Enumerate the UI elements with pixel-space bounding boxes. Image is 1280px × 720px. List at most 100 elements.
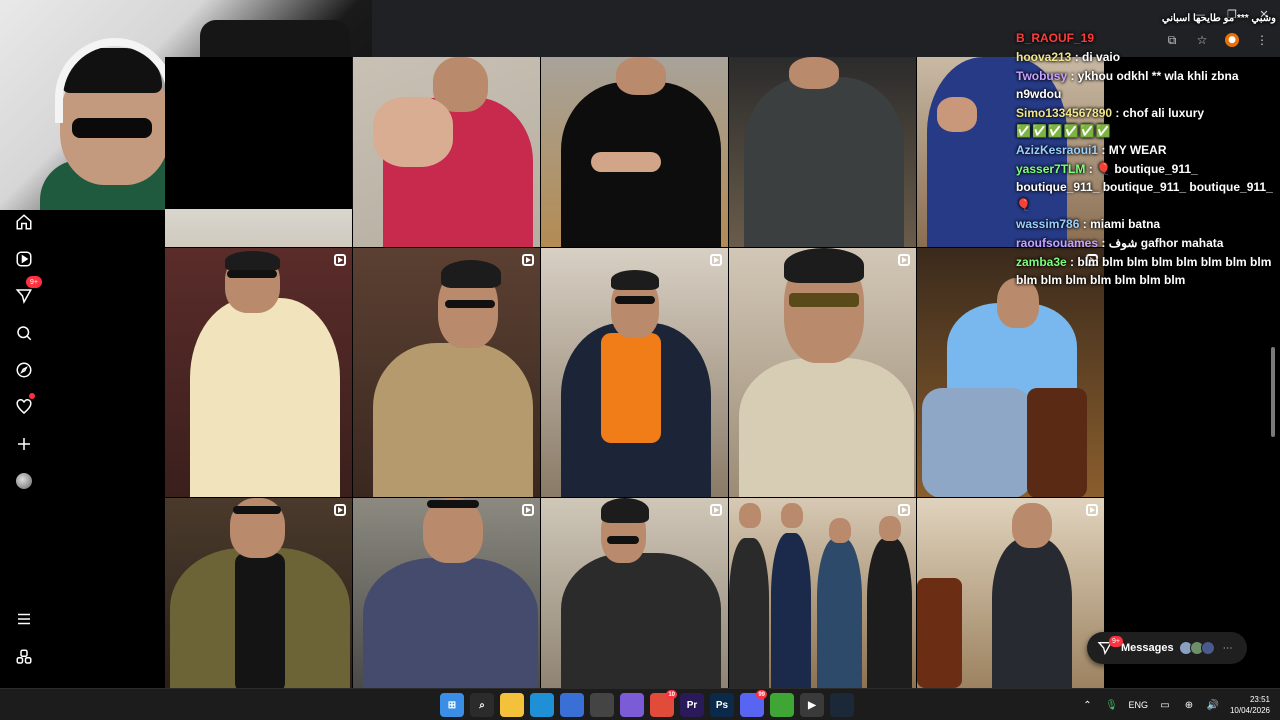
more-menu-icon[interactable] [12,607,36,631]
profile-avatar[interactable] [12,469,36,493]
chevron-up-icon[interactable]: ⌃ [1080,698,1094,712]
post-tile[interactable] [353,248,540,497]
post-tile[interactable] [729,57,916,247]
chat-username: AzizKesraoui1 [1016,143,1099,157]
notification-dot [29,393,35,399]
network-icon[interactable]: ⊕ [1182,698,1196,712]
post-tile[interactable] [165,498,352,688]
clock[interactable]: 23:51 10/04/2026 [1230,694,1270,716]
chat-message: wassim786 : miami batna [1016,217,1161,231]
store-icon[interactable] [560,693,584,717]
profile-posts-grid [165,57,1105,688]
file-explorer-icon[interactable] [500,693,524,717]
volume-icon[interactable]: 🔊 [1206,698,1220,712]
chrome-badge: 10 [666,690,677,699]
post-tile[interactable] [541,57,728,247]
reel-indicator-icon [522,254,534,266]
page-scrollbar[interactable] [1270,62,1276,688]
chat-message: Simo1334567890 : chof ali luxury ✅✅✅✅✅✅ [1016,106,1205,138]
clock-date: 10/04/2026 [1229,706,1270,715]
windows-taskbar: ⊞ ⌕ 10 Pr Ps 99 ▶ ⌃ 🎙 ENG ▭ ⊕ 🔊 23:51 10/04/20… [0,688,1280,720]
notifications-heart-icon[interactable] [12,393,36,419]
discord-badge: 99 [756,690,767,699]
chat-app-icon[interactable] [620,693,644,717]
language-indicator[interactable]: ENG [1128,700,1148,710]
chat-username: Twobusy [1016,69,1068,83]
premiere-icon[interactable]: Pr [680,693,704,717]
chat-message: B_RAOUF_19 [1016,29,1276,47]
webcam-headset [55,38,175,123]
explore-icon[interactable] [12,358,36,382]
premiere-label: Pr [686,699,698,711]
chat-text: di vaio [1082,50,1121,64]
more-dots-icon: ⋯ [1222,642,1233,654]
discord-icon[interactable]: 99 [740,690,767,717]
reel-indicator-icon [522,504,534,516]
windows-start-icon[interactable]: ⊞ [440,693,464,717]
obs-icon[interactable] [590,693,614,717]
chat-message: Twobusy : ykhou odkhl ** wla khli zbna n… [1016,69,1239,101]
reel-indicator-icon [898,504,910,516]
reels-icon[interactable] [12,247,36,271]
chat-username: yasser7TLM [1016,162,1086,176]
chat-message: hoova213 : di vaio [1016,50,1121,64]
messages-icon[interactable]: 9+ [12,276,42,308]
reel-indicator-icon [898,254,910,266]
reel-indicator-icon [334,504,346,516]
left-sidebar: 9+ [0,210,48,688]
post-tile[interactable] [541,248,728,497]
search-label: ⌕ [479,699,485,711]
post-tile[interactable] [165,57,352,247]
post-tile[interactable] [165,248,352,497]
messages-badge: 9+ [1109,636,1123,647]
post-tile[interactable] [541,498,728,688]
chat-message: AzizKesraoui1 : MY WEAR [1016,143,1167,157]
messages-drawer-button[interactable]: 9+ Messages ⋯ [1087,632,1247,664]
post-tile[interactable] [917,498,1104,688]
stream-chat-overlay: وشبي *** مو طايحها اسباني B_RAOUF_19 hoo… [1016,10,1276,290]
chat-username: raoufsouames [1016,236,1099,250]
also-from-meta-icon[interactable] [12,645,36,669]
chat-message: zamba3e : blm blm blm blm blm blm blm bl… [1016,255,1272,287]
reel-indicator-icon [334,254,346,266]
clock-time: 23:51 [1249,695,1270,704]
reel-indicator-icon [710,254,722,266]
messages-badge: 9+ [26,276,42,288]
microphone-icon[interactable]: 🎙 [1104,698,1118,712]
messages-label: Messages [1121,642,1174,654]
chat-username: wassim786 [1016,217,1080,231]
media-player-icon[interactable]: ▶ [800,693,824,717]
scrollbar-thumb[interactable] [1271,347,1275,437]
system-tray: ⌃ 🎙 ENG ▭ ⊕ 🔊 23:51 10/04/2026 [1080,689,1270,720]
post-tile[interactable] [729,248,916,497]
post-tile[interactable] [353,498,540,688]
windows-start-label: ⊞ [447,699,457,711]
search-icon[interactable]: ⌕ [470,693,494,717]
chat-message: raoufsouames : شوف gafhor mahata [1016,236,1224,250]
screen: — ❐ ✕ ⧉ ☆ ● ⋮ 9+ وشبي *** مو طايحها اسبا… [0,0,1280,720]
chat-text: chof ali luxury [1122,106,1205,120]
home-icon[interactable] [12,210,36,234]
webcam-glasses [72,118,152,138]
chat-message: وشبي *** مو طايحها اسباني [1016,10,1276,28]
chat-text: شوف gafhor mahata [1108,236,1224,250]
chat-username: zamba3e [1016,255,1067,269]
steam-icon[interactable] [830,693,854,717]
messages-avatars [1178,641,1215,655]
display-icon[interactable]: ▭ [1158,698,1172,712]
avatar [1200,641,1215,655]
photoshop-label: Ps [715,699,729,711]
xbox-icon[interactable] [770,693,794,717]
chrome-icon[interactable]: 10 [650,690,677,717]
chat-message: yasser7TLM : 🎈 boutique_911_ boutique_91… [1016,162,1273,212]
post-tile[interactable] [729,498,916,688]
create-plus-icon[interactable] [12,432,36,456]
post-tile[interactable] [353,57,540,247]
edge-icon[interactable] [530,693,554,717]
chat-emotes: ✅✅✅✅✅✅ [1016,124,1112,138]
search-icon[interactable] [12,321,36,345]
taskbar-apps: ⊞ ⌕ 10 Pr Ps 99 ▶ [440,690,854,717]
photoshop-icon[interactable]: Ps [710,693,734,717]
media-player-label: ▶ [808,699,816,711]
chat-username: B_RAOUF_19 [1016,31,1095,45]
